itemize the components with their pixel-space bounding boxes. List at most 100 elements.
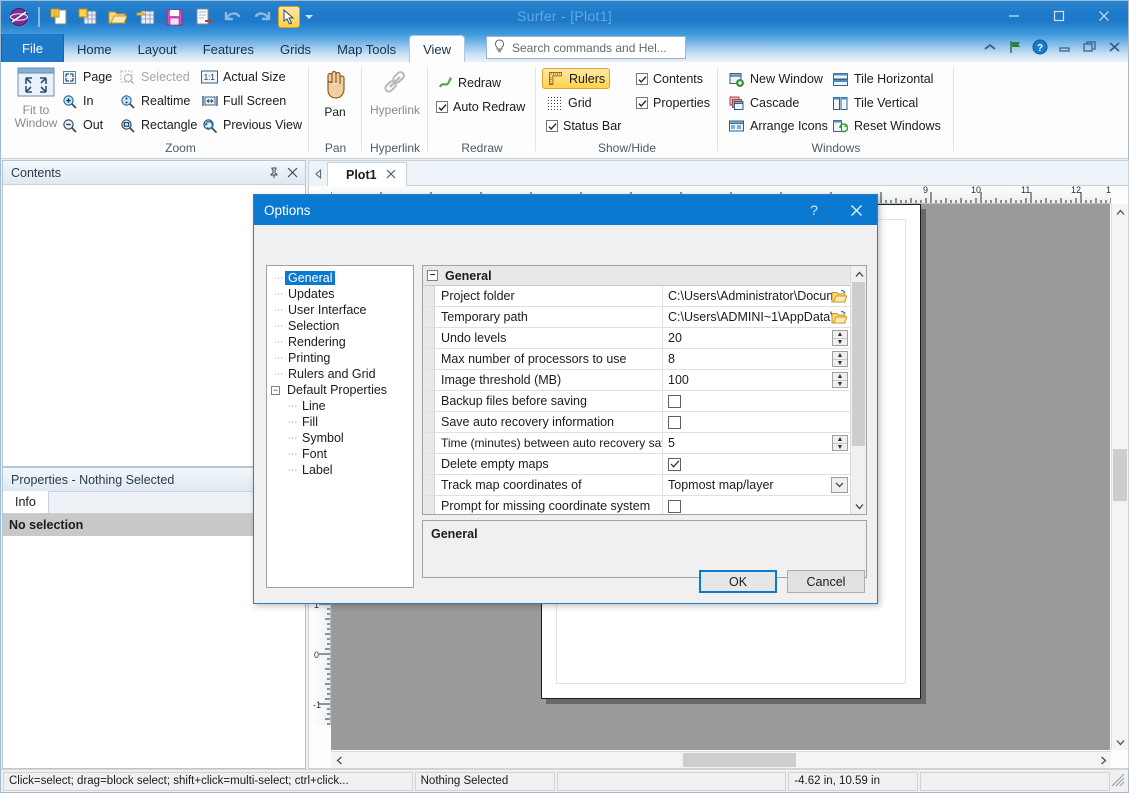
close-icon[interactable] <box>283 164 301 182</box>
row-value-cell[interactable] <box>663 496 850 514</box>
table-row[interactable]: Prompt for missing coordinate system <box>423 496 850 514</box>
spin-down-icon[interactable]: ▼ <box>833 339 847 346</box>
row-value-cell[interactable] <box>663 391 850 411</box>
row-value-cell[interactable] <box>663 454 850 474</box>
full-screen-button[interactable]: Full Screen <box>201 90 286 112</box>
arrange-icons-button[interactable]: Arrange Icons <box>728 115 828 137</box>
document-tab-plot1[interactable]: Plot1 <box>327 162 407 186</box>
grid-vertical-scrollbar[interactable] <box>850 266 866 514</box>
tree-item-label[interactable]: ⋯ Label <box>271 462 413 478</box>
tree-item-updates[interactable]: ⋯ Updates <box>271 286 413 302</box>
row-checkbox[interactable] <box>668 457 681 471</box>
rulers-toggle[interactable]: Rulers <box>542 68 611 89</box>
document-tab-close-icon[interactable] <box>386 167 396 182</box>
options-property-grid[interactable]: − General Project folder C:\Users\Admini… <box>422 265 867 515</box>
zoom-in-button[interactable]: In <box>61 90 93 112</box>
contents-checkbox[interactable]: Contents <box>636 68 703 90</box>
table-row[interactable]: Max number of processors to use 8 ▲ ▼ <box>423 349 850 370</box>
tree-item-printing[interactable]: ⋯ Printing <box>271 350 413 366</box>
tile-horizontal-button[interactable]: Tile Horizontal <box>832 68 933 90</box>
vertical-scrollbar[interactable] <box>1111 204 1128 750</box>
spin-up-icon[interactable]: ▲ <box>833 373 847 381</box>
search-input[interactable]: Search commands and Hel... <box>486 36 686 59</box>
scroll-up-icon[interactable] <box>1112 204 1128 220</box>
zoom-page-button[interactable]: Page <box>61 66 112 88</box>
ribbon-tab-home[interactable]: Home <box>64 36 125 62</box>
ribbon-tab-grids[interactable]: Grids <box>267 36 324 62</box>
ribbon-tab-features[interactable]: Features <box>190 36 267 62</box>
scroll-right-arrow-icon[interactable] <box>1095 752 1111 768</box>
collapse-ribbon-icon[interactable] <box>981 38 999 56</box>
close-doc-icon[interactable] <box>1106 38 1124 56</box>
window-maximize-button[interactable] <box>1036 1 1081 31</box>
browse-folder-icon[interactable] <box>830 309 847 325</box>
spinner-icon[interactable]: ▲ ▼ <box>832 351 848 367</box>
tree-item-rendering[interactable]: ⋯ Rendering <box>271 334 413 350</box>
row-value-cell[interactable]: 8 ▲ ▼ <box>663 349 850 369</box>
grid-scroll-thumb[interactable] <box>852 282 865 446</box>
resize-grip-icon[interactable] <box>1111 773 1126 788</box>
table-row[interactable]: Time (minutes) between auto recovery sav… <box>423 433 850 454</box>
table-row[interactable]: Temporary path C:\Users\ADMINI~1\AppData… <box>423 307 850 328</box>
spin-up-icon[interactable]: ▲ <box>833 352 847 360</box>
vertical-scroll-thumb[interactable] <box>1113 449 1127 501</box>
row-value-cell[interactable]: C:\Users\ADMINI~1\AppData\... <box>663 307 850 327</box>
window-close-button[interactable] <box>1081 1 1126 31</box>
properties-checkbox[interactable]: Properties <box>636 92 710 114</box>
spin-down-icon[interactable]: ▼ <box>833 444 847 451</box>
options-category-tree[interactable]: ⋯ General ⋯ Updates ⋯ User Interface ⋯ Selec… <box>266 265 414 588</box>
ribbon-tab-file[interactable]: File <box>1 34 64 62</box>
section-expander-icon[interactable]: − <box>427 270 438 281</box>
row-value-cell[interactable]: 5 ▲ ▼ <box>663 433 850 453</box>
pan-button[interactable]: Pan <box>306 66 364 119</box>
row-value-cell[interactable]: Topmost map/layer <box>663 475 850 495</box>
row-checkbox[interactable] <box>668 415 681 429</box>
spinner-icon[interactable]: ▲ ▼ <box>832 435 848 451</box>
fit-to-window-button[interactable]: Fit to Window <box>7 66 65 130</box>
tree-item-general[interactable]: ⋯ General <box>271 270 413 286</box>
tile-vertical-button[interactable]: Tile Vertical <box>832 92 918 114</box>
tree-item-selection[interactable]: ⋯ Selection <box>271 318 413 334</box>
spinner-icon[interactable]: ▲ ▼ <box>832 330 848 346</box>
zoom-out-button[interactable]: Out <box>61 114 103 136</box>
tree-item-font[interactable]: ⋯ Font <box>271 446 413 462</box>
tree-item-fill[interactable]: ⋯ Fill <box>271 414 413 430</box>
row-value-cell[interactable]: C:\Users\Administrator\Docum... <box>663 286 850 306</box>
scroll-down-icon[interactable] <box>1112 734 1128 750</box>
tree-item-user-interface[interactable]: ⋯ User Interface <box>271 302 413 318</box>
tree-expander-icon[interactable]: − <box>271 385 280 395</box>
row-checkbox[interactable] <box>668 394 681 408</box>
cancel-button[interactable]: Cancel <box>787 570 865 593</box>
restore-doc-icon[interactable] <box>1081 38 1099 56</box>
scroll-left-arrow-icon[interactable] <box>331 752 347 768</box>
help-icon[interactable]: ? <box>1031 38 1049 56</box>
tree-item-line[interactable]: ⋯ Line <box>271 398 413 414</box>
zoom-rectangle-button[interactable]: Rectangle <box>119 114 197 136</box>
row-value-cell[interactable]: 20 ▲ ▼ <box>663 328 850 348</box>
chevron-down-icon[interactable] <box>831 477 848 493</box>
ribbon-tab-view[interactable]: View <box>409 35 466 62</box>
table-row[interactable]: Track map coordinates of Topmost map/lay… <box>423 475 850 496</box>
table-row[interactable]: Project folder C:\Users\Administrator\Do… <box>423 286 850 307</box>
horizontal-scroll-thumb[interactable] <box>683 753 796 767</box>
ribbon-tab-map-tools[interactable]: Map Tools <box>324 36 409 62</box>
grid-scroll-up-icon[interactable] <box>851 266 866 282</box>
grid-scroll-down-icon[interactable] <box>851 498 866 514</box>
pin-icon[interactable] <box>265 164 283 182</box>
tree-item-rulers-and-grid[interactable]: ⋯ Rulers and Grid <box>271 366 413 382</box>
spin-up-icon[interactable]: ▲ <box>833 331 847 339</box>
grid-section-header[interactable]: − General <box>423 266 866 286</box>
row-checkbox[interactable] <box>668 499 681 513</box>
reset-windows-button[interactable]: Reset Windows <box>832 115 941 137</box>
new-window-button[interactable]: New Window <box>728 68 823 90</box>
tab-info[interactable]: Info <box>3 491 49 513</box>
row-value-cell[interactable]: 100 ▲ ▼ <box>663 370 850 390</box>
dialog-close-button[interactable] <box>835 195 877 225</box>
zoom-realtime-button[interactable]: Realtime <box>119 90 190 112</box>
previous-view-button[interactable]: Previous View <box>201 114 302 136</box>
scroll-left-icon[interactable] <box>309 161 327 186</box>
table-row[interactable]: Delete empty maps <box>423 454 850 475</box>
spin-up-icon[interactable]: ▲ <box>833 436 847 444</box>
spin-down-icon[interactable]: ▼ <box>833 381 847 388</box>
ok-button[interactable]: OK <box>699 570 777 593</box>
